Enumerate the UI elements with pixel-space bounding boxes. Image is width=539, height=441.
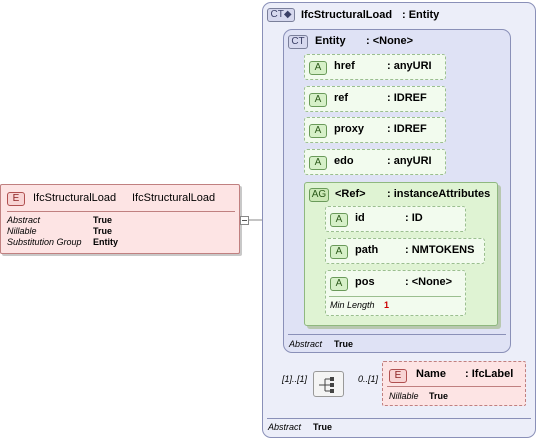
attribute-badge: A — [330, 245, 348, 259]
complex-type-title-type: : Entity — [402, 9, 440, 21]
sequence-left-cardinality: [1]..[1] — [282, 374, 308, 384]
attribute-name: edo — [334, 155, 354, 167]
diamond-plus-icon: ◆ — [283, 9, 292, 20]
sequence-compositor[interactable] — [313, 371, 344, 397]
attribute-href[interactable]: A href : anyURI — [304, 54, 446, 80]
root-element-divider — [7, 211, 235, 212]
entity-type-name: Entity — [315, 35, 346, 47]
complex-type-badge: CT◆ — [267, 8, 295, 22]
prop-label-abstract: Abstract — [7, 215, 41, 225]
name-element-type: : IfcLabel — [465, 368, 514, 380]
attribute-type: : anyURI — [387, 155, 432, 167]
attribute-group-name: <Ref> — [335, 188, 366, 200]
attribute-name: ref — [334, 92, 349, 104]
root-element-type: IfcStructuralLoad — [132, 192, 216, 204]
name-element-prop-label: Nillable — [389, 391, 419, 401]
minus-icon — [242, 220, 247, 221]
entity-footer-value: True — [334, 339, 354, 349]
attribute-proxy[interactable]: A proxy : IDREF — [304, 117, 446, 143]
attribute-type: : IDREF — [387, 123, 427, 135]
prop-value-abstract: True — [93, 215, 113, 225]
complex-type-footer-divider — [267, 418, 531, 419]
facet-value: 1 — [384, 300, 390, 310]
attribute-type: : anyURI — [387, 60, 432, 72]
attribute-group-type: : instanceAttributes — [387, 188, 491, 200]
name-element-divider — [387, 386, 521, 387]
attribute-type: : NMTOKENS — [405, 244, 475, 256]
attribute-type: : ID — [405, 212, 423, 224]
entity-footer-label: Abstract — [289, 339, 323, 349]
attribute-ref[interactable]: A ref : IDREF — [304, 86, 446, 112]
sequence-icon — [319, 377, 334, 393]
attribute-edo[interactable]: A edo : anyURI — [304, 149, 446, 175]
attribute-badge: A — [309, 124, 327, 138]
entity-footer-divider — [288, 334, 506, 335]
attribute-name: proxy — [334, 123, 364, 135]
sequence-right-cardinality: 0..[1] — [358, 374, 379, 384]
complex-type-footer-label: Abstract — [268, 422, 302, 432]
prop-label-nillable: Nillable — [7, 226, 37, 236]
root-element-name: IfcStructuralLoad — [33, 192, 117, 204]
attribute-name: pos — [355, 276, 375, 288]
element-badge: E — [7, 192, 25, 206]
attribute-badge: A — [330, 213, 348, 227]
facet-divider — [329, 296, 461, 297]
prop-value-substitution-group: Entity — [93, 237, 119, 247]
root-element-box[interactable]: E IfcStructuralLoad IfcStructuralLoad Ab… — [0, 184, 240, 254]
attribute-group-badge: AG — [309, 188, 329, 202]
entity-type-type: : <None> — [366, 35, 414, 47]
facet-label: Min Length — [330, 300, 375, 310]
element-badge: E — [389, 369, 407, 383]
attribute-type: : IDREF — [387, 92, 427, 104]
attribute-id[interactable]: A id : ID — [325, 206, 466, 232]
name-element-name: Name — [416, 368, 446, 380]
attribute-pos[interactable]: A pos : <None> Min Length 1 — [325, 270, 466, 316]
entity-type-badge: CT — [288, 35, 308, 49]
attribute-type: : <None> — [405, 276, 453, 288]
attribute-path[interactable]: A path : NMTOKENS — [325, 238, 485, 264]
attribute-name: path — [355, 244, 379, 256]
complex-type-footer-value: True — [313, 422, 333, 432]
prop-value-nillable: True — [93, 226, 113, 236]
prop-label-substitution-group: Substitution Group — [7, 237, 82, 247]
attribute-name: id — [355, 212, 365, 224]
name-element-prop-value: True — [429, 391, 449, 401]
attribute-badge: A — [309, 156, 327, 170]
attribute-name: href — [334, 60, 355, 72]
attribute-badge: A — [330, 277, 348, 291]
name-element-box[interactable]: E Name : IfcLabel Nillable True — [382, 361, 526, 406]
attribute-badge: A — [309, 93, 327, 107]
complex-type-title: IfcStructuralLoad — [301, 9, 393, 21]
attribute-badge: A — [309, 61, 327, 75]
collapse-toggle[interactable] — [240, 216, 249, 225]
